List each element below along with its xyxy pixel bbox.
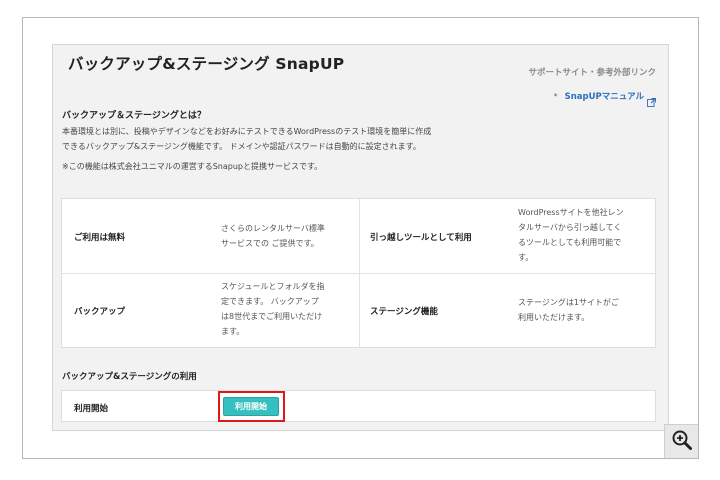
about-heading: バックアップ＆ステージングとは？ (62, 111, 206, 121)
side-links: サポートサイト・参考外部リンク * SnapUPマニュアル (528, 66, 656, 107)
partner-note: ※この機能は株式会社ユニマルの運営するSnapupと提携サービスです。 (62, 162, 323, 171)
usage-row: 利用開始 (61, 390, 656, 422)
feature-label-free: ご利用は無料 (74, 233, 126, 243)
feature-table: ご利用は無料 さくらのレンタルサーバ標準 サービスでの ご提供です。 引っ越しツ… (61, 198, 656, 348)
feature-desc-migration: WordPressサイトを他社レン タルサーバから引っ越してく るツールとしても… (518, 208, 624, 262)
feature-desc-staging: ステージングは1サイトがご 利用いただけます。 (518, 298, 619, 322)
manual-link-row: * SnapUPマニュアル (553, 90, 656, 107)
about-description-line-1: 本番環境とは別に、投稿やデザインなどをお好みにテストできるWordPressのテ… (62, 127, 432, 136)
feature-desc-free: さくらのレンタルサーバ標準 サービスでの ご提供です。 (221, 224, 325, 248)
snapup-manual-link[interactable]: SnapUPマニュアル (565, 90, 644, 102)
feature-label-backup: バックアップ (74, 307, 126, 317)
external-link-icon (647, 92, 656, 107)
about-description-line-2: できるバックアップ&ステージング機能です。 ドメインや認証パスワードは自動的に設… (62, 142, 421, 151)
start-usage-button[interactable]: 利用開始 (223, 397, 279, 416)
table-divider (62, 273, 655, 274)
zoom-button[interactable] (664, 424, 698, 458)
bullet-marker: * (553, 91, 558, 101)
usage-heading: バックアップ&ステージングの利用 (62, 372, 197, 382)
page-title: バックアップ&ステージング SnapUP (68, 55, 345, 73)
usage-row-label: 利用開始 (74, 404, 109, 414)
feature-label-staging: ステージング機能 (370, 307, 438, 317)
feature-label-migration: 引っ越しツールとして利用 (370, 233, 472, 243)
zoom-in-icon (671, 429, 693, 455)
feature-desc-backup: スケジュールとフォルダを指 定できます。 バックアップ は8世代までご利用いただ… (221, 282, 325, 336)
side-links-heading: サポートサイト・参考外部リンク (528, 68, 656, 78)
